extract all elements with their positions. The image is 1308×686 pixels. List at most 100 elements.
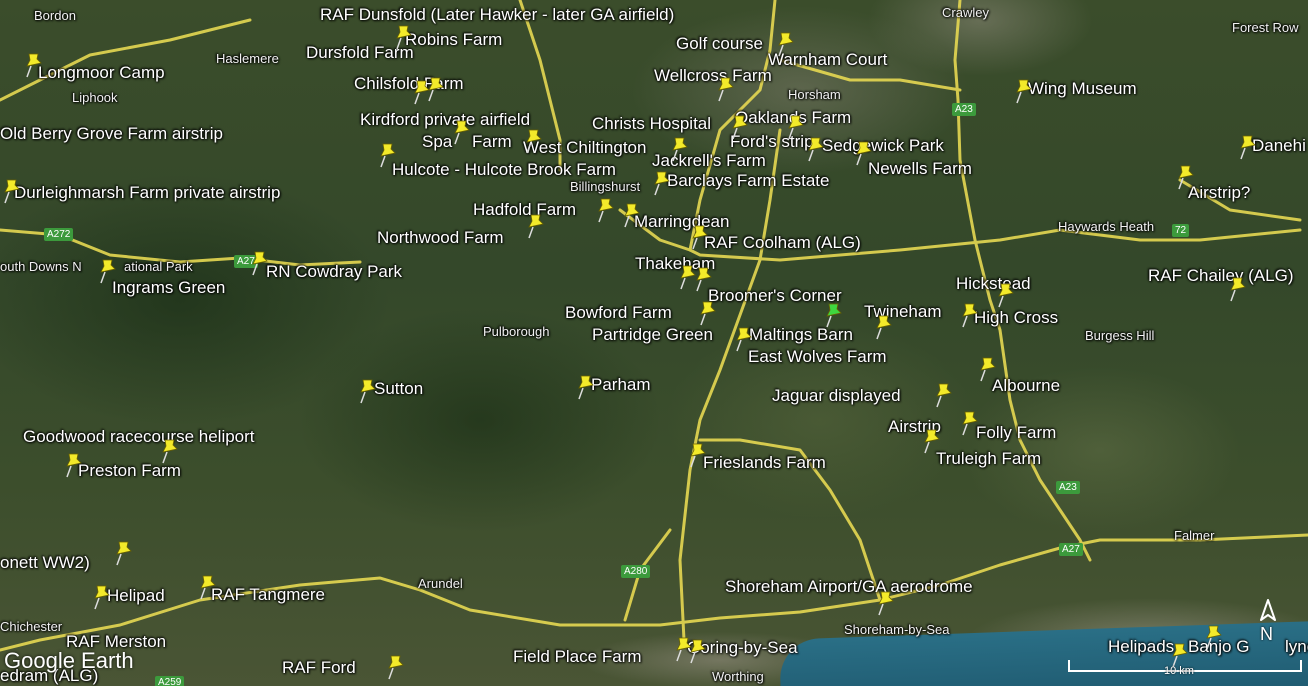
pushpin-icon[interactable] <box>730 114 750 140</box>
placemark-label[interactable]: Spa <box>422 133 452 150</box>
placemark-label[interactable]: RAF Tangmere <box>211 586 325 603</box>
compass[interactable]: N <box>1256 598 1280 648</box>
placemark-label[interactable]: RAF Coolham (ALG) <box>704 234 861 251</box>
pushpin-icon[interactable] <box>688 442 708 468</box>
placemark-label[interactable]: Wing Museum <box>1028 80 1137 97</box>
pushpin-icon[interactable] <box>198 574 218 600</box>
placemark-label[interactable]: Marringdean <box>634 213 729 230</box>
placemark-label[interactable]: Airstrip? <box>1188 184 1250 201</box>
placemark-label[interactable]: Farm <box>472 133 512 150</box>
placemark-label[interactable]: RAF Chailey (ALG) <box>1148 267 1293 284</box>
placemark-label[interactable]: Goodwood racecourse heliport <box>23 428 255 445</box>
placemark-label[interactable]: Broomer's Corner <box>708 287 842 304</box>
placemark-label[interactable]: Durleighmarsh Farm private airstrip <box>14 184 280 201</box>
placemark-label[interactable]: Parham <box>591 376 651 393</box>
pushpin-icon[interactable] <box>1204 624 1224 650</box>
placemark-label[interactable]: Albourne <box>992 377 1060 394</box>
placemark-label[interactable]: lyne <box>1285 638 1308 655</box>
pushpin-icon[interactable] <box>716 76 736 102</box>
placemark-label[interactable]: Field Place Farm <box>513 648 641 665</box>
placemark-label[interactable]: Ingrams Green <box>112 279 225 296</box>
pushpin-icon[interactable] <box>622 202 642 228</box>
placemark-label[interactable]: RN Cowdray Park <box>266 263 402 280</box>
pushpin-icon[interactable] <box>394 24 414 50</box>
placemark-label[interactable]: Folly Farm <box>976 424 1056 441</box>
pushpin-icon[interactable] <box>1228 276 1248 302</box>
placemark-label[interactable]: Robins Farm <box>405 31 502 48</box>
placemark-label[interactable]: Wellcross Farm <box>654 67 772 84</box>
placemark-label[interactable]: Old Berry Grove Farm airstrip <box>0 125 223 142</box>
placemark-label[interactable]: onett WW2) <box>0 554 90 571</box>
placemark-label[interactable]: Bowford Farm <box>565 304 672 321</box>
pushpin-icon[interactable] <box>92 584 112 610</box>
pushpin-icon[interactable] <box>250 250 270 276</box>
pushpin-icon[interactable] <box>160 438 180 464</box>
pushpin-icon[interactable] <box>922 428 942 454</box>
placemark-label[interactable]: Shoreham Airport/GA aerodrome <box>725 578 973 595</box>
map-viewport[interactable]: A272 A27 A23 A23 A27 A280 A259 72 Bordon… <box>0 0 1308 686</box>
pushpin-icon[interactable] <box>806 136 826 162</box>
placemark-label[interactable]: Truleigh Farm <box>936 450 1041 467</box>
placemark-label[interactable]: Barclays Farm Estate <box>667 172 830 189</box>
placemark-label[interactable]: High Cross <box>974 309 1058 326</box>
placemark-label[interactable]: Helipad <box>107 587 165 604</box>
pushpin-icon[interactable] <box>386 654 406 680</box>
pushpin-icon[interactable] <box>734 326 754 352</box>
placemark-label[interactable]: Christs Hospital <box>592 115 711 132</box>
placemark-label[interactable]: Helipads <box>1108 638 1174 655</box>
pushpin-icon[interactable] <box>358 378 378 404</box>
pushpin-icon[interactable] <box>1014 78 1034 104</box>
pushpin-icon[interactable] <box>98 258 118 284</box>
pushpin-icon[interactable] <box>854 140 874 166</box>
pushpin-icon[interactable] <box>596 197 616 223</box>
pushpin-icon[interactable] <box>64 452 84 478</box>
placemark-label[interactable]: Kirdford private airfield <box>360 111 530 128</box>
pushpin-icon[interactable] <box>670 136 690 162</box>
placemark-label[interactable]: Chilsfold Farm <box>354 75 464 92</box>
pushpin-icon[interactable] <box>526 213 546 239</box>
placemark-label[interactable]: Preston Farm <box>78 462 181 479</box>
placemark-label[interactable]: East Wolves Farm <box>748 348 887 365</box>
pushpin-icon[interactable] <box>690 224 710 250</box>
placemark-label[interactable]: Jaguar displayed <box>772 387 901 404</box>
pushpin-icon[interactable] <box>996 282 1016 308</box>
placemark-label[interactable]: Hickstead <box>956 275 1031 292</box>
pushpin-icon[interactable] <box>874 314 894 340</box>
pushpin-icon-selected[interactable] <box>824 302 844 328</box>
pushpin-icon[interactable] <box>2 178 22 204</box>
placemark-label[interactable]: Longmoor Camp <box>38 64 165 81</box>
pushpin-icon[interactable] <box>426 76 446 102</box>
placemark-label[interactable]: RAF Ford <box>282 659 356 676</box>
placemark-label[interactable]: Sutton <box>374 380 423 397</box>
pushpin-icon[interactable] <box>978 356 998 382</box>
pushpin-icon[interactable] <box>876 590 896 616</box>
pushpin-icon[interactable] <box>776 31 796 57</box>
pushpin-icon[interactable] <box>698 300 718 326</box>
placemark-label[interactable]: Golf course <box>676 35 763 52</box>
pushpin-icon[interactable] <box>652 170 672 196</box>
pushpin-icon[interactable] <box>1176 164 1196 190</box>
pushpin-icon[interactable] <box>576 374 596 400</box>
pushpin-icon[interactable] <box>452 119 472 145</box>
pushpin-icon[interactable] <box>378 142 398 168</box>
placemark-label[interactable]: Partridge Green <box>592 326 713 343</box>
placemark-label[interactable]: Frieslands Farm <box>703 454 826 471</box>
pushpin-icon[interactable] <box>960 302 980 328</box>
pushpin-icon[interactable] <box>1238 134 1258 160</box>
placemark-label[interactable]: Danehi <box>1252 137 1306 154</box>
pushpin-icon[interactable] <box>960 410 980 436</box>
placemark-label[interactable]: Sedgewick Park <box>822 137 944 154</box>
placemark-label[interactable]: Hulcote - Hulcote Brook Farm <box>392 161 616 178</box>
placemark-label[interactable]: Newells Farm <box>868 160 972 177</box>
pushpin-icon[interactable] <box>786 114 806 140</box>
pushpin-icon[interactable] <box>694 266 714 292</box>
placemark-label[interactable]: RAF Dunsfold (Later Hawker - later GA ai… <box>320 6 674 23</box>
pushpin-icon[interactable] <box>114 540 134 566</box>
pushpin-icon[interactable] <box>24 52 44 78</box>
placemark-label[interactable]: Northwood Farm <box>377 229 504 246</box>
pushpin-icon[interactable] <box>934 382 954 408</box>
placemark-label[interactable]: Hadfold Farm <box>473 201 576 218</box>
pushpin-icon[interactable] <box>688 638 708 664</box>
placemark-label[interactable]: Maltings Barn <box>749 326 853 343</box>
pushpin-icon[interactable] <box>524 128 544 154</box>
